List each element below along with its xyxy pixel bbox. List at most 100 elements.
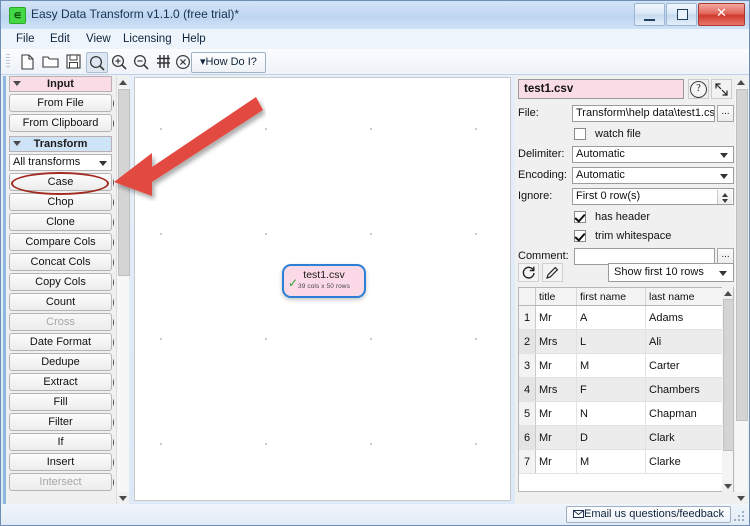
table-cell[interactable]: L xyxy=(577,330,646,354)
ignore-rows-stepper[interactable] xyxy=(717,190,732,205)
table-header-first-name[interactable]: first name xyxy=(577,288,646,306)
file-path-input[interactable]: Transform\help data\test1.csv xyxy=(572,105,715,122)
transform-button-count[interactable]: Count xyxy=(9,293,112,311)
grid-scroll-down[interactable] xyxy=(722,480,733,492)
help-icon-clone[interactable]: ? xyxy=(113,214,114,231)
ignore-rows-input[interactable]: First 0 row(s) xyxy=(572,188,734,205)
transform-button-clone[interactable]: Clone xyxy=(9,213,112,231)
has-header-checkbox[interactable] xyxy=(574,211,586,223)
transform-button-concat-cols[interactable]: Concat Cols xyxy=(9,253,112,271)
zoom-out-icon[interactable] xyxy=(131,52,151,71)
table-row[interactable]: 3MrMCarterMr xyxy=(519,354,734,378)
how-do-i-button[interactable]: ▾How Do I? xyxy=(191,52,266,73)
transform-button-chop[interactable]: Chop xyxy=(9,193,112,211)
zoom-in-icon[interactable] xyxy=(109,52,129,71)
table-row[interactable]: 6MrDClarkMr xyxy=(519,426,734,450)
help-icon-cross[interactable]: ? xyxy=(113,314,114,331)
table-cell[interactable]: Chapman xyxy=(646,402,725,426)
help-icon-from-file[interactable]: ? xyxy=(113,95,114,112)
table-cell[interactable]: Adams xyxy=(646,306,725,330)
help-icon-from-clipboard[interactable]: ? xyxy=(113,115,114,132)
scroll-down-button[interactable] xyxy=(117,492,129,504)
save-icon[interactable] xyxy=(63,52,83,71)
canvas-node-test1-csv[interactable]: ✓ test1.csv 39 cols x 50 rows xyxy=(282,264,366,298)
help-icon-compare-cols[interactable]: ? xyxy=(113,234,114,251)
help-icon-intersect[interactable]: ? xyxy=(113,474,114,491)
table-header-last-name[interactable]: last name xyxy=(646,288,725,306)
table-cell[interactable]: Mr xyxy=(536,306,577,330)
all-transforms-dropdown[interactable]: All transforms xyxy=(9,154,112,171)
help-icon-filter[interactable]: ? xyxy=(113,414,114,431)
minimize-button[interactable] xyxy=(634,3,665,26)
rp-scrollbar-thumb[interactable] xyxy=(736,89,748,421)
table-cell[interactable]: Mr xyxy=(536,402,577,426)
transform-button-filter[interactable]: Filter xyxy=(9,413,112,431)
file-browse-button[interactable]: ... xyxy=(717,105,734,122)
sidebar-item-case[interactable]: Case? xyxy=(9,173,114,192)
table-cell[interactable]: Ali xyxy=(646,330,725,354)
sidebar-item-concat-cols[interactable]: Concat Cols? xyxy=(9,253,114,272)
help-icon-insert[interactable]: ? xyxy=(113,454,114,471)
from-file-button[interactable]: From File xyxy=(9,94,112,112)
refresh-button[interactable] xyxy=(518,263,539,282)
workflow-canvas[interactable]: ✓ test1.csv 39 cols x 50 rows xyxy=(134,77,511,501)
properties-tab-title[interactable]: test1.csv xyxy=(518,79,684,99)
open-folder-icon[interactable] xyxy=(40,52,60,71)
properties-help-button[interactable]: ? xyxy=(688,79,709,99)
transform-button-fill[interactable]: Fill xyxy=(9,393,112,411)
menu-help[interactable]: Help xyxy=(177,32,211,46)
sidebar-item-date-format[interactable]: Date Format? xyxy=(9,333,114,352)
sidebar-item-extract[interactable]: Extract? xyxy=(9,373,114,392)
from-clipboard-button[interactable]: From Clipboard xyxy=(9,114,112,132)
sidebar-item-intersect[interactable]: Intersect? xyxy=(9,473,114,492)
table-cell[interactable]: Clarke xyxy=(646,450,725,474)
scrollbar-thumb[interactable] xyxy=(118,89,130,276)
table-cell[interactable]: Carter xyxy=(646,354,725,378)
sidebar-item-from-file[interactable]: From File ? xyxy=(9,94,114,113)
table-cell[interactable]: Mrs xyxy=(536,330,577,354)
table-row[interactable]: 7MrMClarkeMr xyxy=(519,450,734,474)
table-cell[interactable]: Chambers xyxy=(646,378,725,402)
help-icon-if[interactable]: ? xyxy=(113,434,114,451)
edit-button[interactable] xyxy=(542,263,563,282)
menu-edit[interactable]: Edit xyxy=(45,32,75,46)
rp-scroll-up[interactable] xyxy=(735,76,747,88)
sidebar-item-clone[interactable]: Clone? xyxy=(9,213,114,232)
close-button[interactable]: ✕ xyxy=(698,3,745,26)
sidebar-item-filter[interactable]: Filter? xyxy=(9,413,114,432)
sidebar-item-if[interactable]: If? xyxy=(9,433,114,452)
sidebar-item-fill[interactable]: Fill? xyxy=(9,393,114,412)
watch-file-checkbox[interactable] xyxy=(574,128,586,140)
sidebar-scrollbar[interactable] xyxy=(116,76,129,504)
resize-grip[interactable] xyxy=(734,511,746,523)
help-icon-case[interactable]: ? xyxy=(113,174,114,191)
sidebar-item-count[interactable]: Count? xyxy=(9,293,114,312)
table-cell[interactable]: Mr xyxy=(536,450,577,474)
table-cell[interactable]: Mr xyxy=(536,426,577,450)
help-icon-concat-cols[interactable]: ? xyxy=(113,254,114,271)
transform-button-if[interactable]: If xyxy=(9,433,112,451)
help-icon-dedupe[interactable]: ? xyxy=(113,354,114,371)
trim-whitespace-checkbox[interactable] xyxy=(574,230,586,242)
table-row[interactable]: 4MrsFChambersMrs xyxy=(519,378,734,402)
sidebar-item-cross[interactable]: Cross? xyxy=(9,313,114,332)
grid-scrollbar[interactable] xyxy=(722,287,733,492)
rp-scroll-down[interactable] xyxy=(735,492,747,504)
rows-dropdown[interactable]: Show first 10 rows xyxy=(608,263,734,282)
grid-scrollbar-thumb[interactable] xyxy=(723,299,734,451)
grid-icon[interactable] xyxy=(153,52,173,71)
sidebar-item-copy-cols[interactable]: Copy Cols? xyxy=(9,273,114,292)
transform-button-date-format[interactable]: Date Format xyxy=(9,333,112,351)
help-icon-count[interactable]: ? xyxy=(113,294,114,311)
menu-licensing[interactable]: Licensing xyxy=(118,32,177,46)
zoom-fit-icon[interactable] xyxy=(86,52,108,73)
toolbar-grip[interactable] xyxy=(6,54,10,69)
transform-button-dedupe[interactable]: Dedupe xyxy=(9,353,112,371)
right-panel-scrollbar[interactable] xyxy=(735,76,747,504)
menu-view[interactable]: View xyxy=(81,32,116,46)
new-icon[interactable] xyxy=(17,52,37,71)
table-cell[interactable]: N xyxy=(577,402,646,426)
properties-expand-button[interactable] xyxy=(711,79,732,99)
transform-filter-row[interactable]: All transforms xyxy=(9,154,114,172)
help-icon-chop[interactable]: ? xyxy=(113,194,114,211)
